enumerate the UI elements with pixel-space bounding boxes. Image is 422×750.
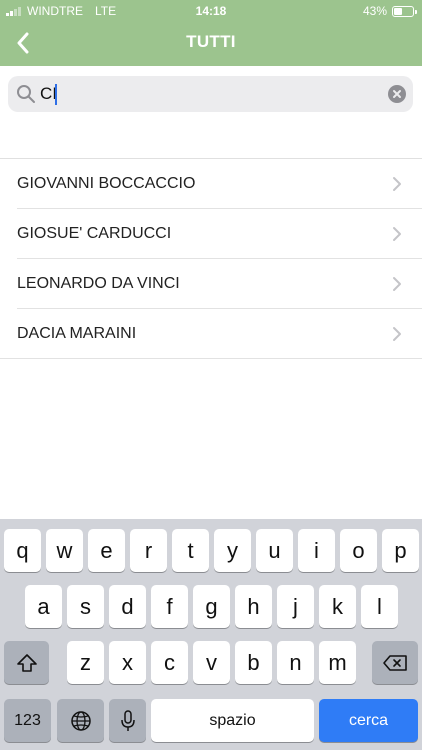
key-w[interactable]: w [46, 529, 83, 572]
list-item[interactable]: GIOVANNI BOCCACCIO [0, 159, 422, 209]
text-caret [55, 84, 57, 105]
page-title: TUTTI [186, 32, 236, 51]
list-item-label: GIOSUE' CARDUCCI [17, 225, 172, 242]
key-b[interactable]: b [235, 641, 272, 684]
key-i[interactable]: i [298, 529, 335, 572]
backspace-key[interactable] [372, 641, 418, 684]
key-t[interactable]: t [172, 529, 209, 572]
key-y[interactable]: y [214, 529, 251, 572]
clear-icon [393, 90, 401, 98]
key-f[interactable]: f [151, 585, 188, 628]
status-right: 43% [362, 4, 417, 18]
backspace-icon [383, 654, 407, 671]
key-r[interactable]: r [130, 529, 167, 572]
key-s[interactable]: s [67, 585, 104, 628]
key-u[interactable]: u [256, 529, 293, 572]
search-input[interactable] [40, 80, 380, 108]
globe-key[interactable] [57, 699, 104, 742]
clear-search-button[interactable] [388, 85, 406, 103]
key-v[interactable]: v [193, 641, 230, 684]
key-l[interactable]: l [361, 585, 398, 628]
search-icon [17, 85, 35, 103]
list-item[interactable]: DACIA MARAINI [0, 309, 422, 359]
list-item-label: GIOVANNI BOCCACCIO [17, 175, 196, 192]
battery-icon [392, 5, 417, 17]
chevron-right-icon [393, 277, 401, 291]
chevron-right-icon [393, 327, 401, 341]
key-x[interactable]: x [109, 641, 146, 684]
search-key[interactable]: cerca [319, 699, 418, 742]
shift-icon [16, 653, 37, 672]
globe-icon [70, 710, 91, 731]
results-list: GIOVANNI BOCCACCIO GIOSUE' CARDUCCI LEON… [0, 158, 422, 359]
battery-percent: 43% [362, 4, 387, 18]
space-key[interactable]: spazio [151, 699, 314, 742]
search-bar[interactable] [8, 76, 413, 112]
key-c[interactable]: c [151, 641, 188, 684]
key-d[interactable]: d [109, 585, 146, 628]
microphone-key[interactable] [109, 699, 146, 742]
list-item[interactable]: GIOSUE' CARDUCCI [0, 209, 422, 259]
app-header: WINDTRE LTE 14:18 43% TUTTI [0, 0, 422, 66]
key-k[interactable]: k [319, 585, 356, 628]
onscreen-keyboard: q w e r t y u i o p a s d f g h j k l z … [0, 519, 422, 750]
key-j[interactable]: j [277, 585, 314, 628]
key-h[interactable]: h [235, 585, 272, 628]
key-a[interactable]: a [25, 585, 62, 628]
status-time: 14:18 [195, 4, 227, 18]
microphone-icon [120, 709, 135, 731]
status-bar: WINDTRE LTE 14:18 43% [0, 0, 422, 22]
key-o[interactable]: o [340, 529, 377, 572]
key-g[interactable]: g [193, 585, 230, 628]
list-item-label: DACIA MARAINI [17, 325, 137, 342]
list-item[interactable]: LEONARDO DA VINCI [0, 259, 422, 309]
key-z[interactable]: z [67, 641, 104, 684]
key-m[interactable]: m [319, 641, 356, 684]
chevron-right-icon [393, 227, 401, 241]
key-p[interactable]: p [382, 529, 419, 572]
numbers-key[interactable]: 123 [4, 699, 51, 742]
key-q[interactable]: q [4, 529, 41, 572]
chevron-right-icon [393, 177, 401, 191]
key-e[interactable]: e [88, 529, 125, 572]
key-n[interactable]: n [277, 641, 314, 684]
list-item-label: LEONARDO DA VINCI [17, 275, 180, 292]
shift-key[interactable] [4, 641, 49, 684]
